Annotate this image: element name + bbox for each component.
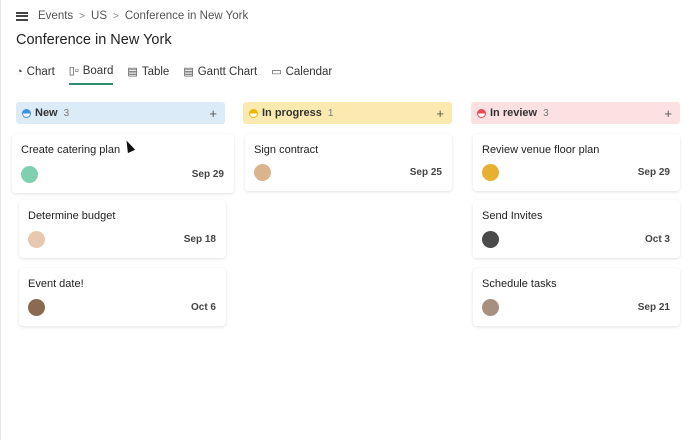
tab-gantt-chart[interactable]: ▤ Gantt Chart: [183, 64, 257, 85]
status-icon: [477, 108, 486, 118]
card-title: Create catering plan: [21, 144, 121, 156]
column-name: New: [35, 107, 58, 119]
pie-chart-icon: ◔: [16, 65, 23, 78]
column-count: 3: [543, 107, 549, 119]
tab-board[interactable]: ▯▫ Board: [68, 64, 114, 85]
view-tabs: ◔ Chart ▯▫ Board ▤ Table ▤ Gantt Chart ▭ Calendar: [16, 64, 332, 85]
page-title: Conference in New York: [16, 32, 172, 48]
breadcrumb-current: Conference in New York: [124, 10, 249, 22]
avatar: [254, 164, 271, 181]
breadcrumb: Events > US > Conference in New York: [16, 10, 248, 22]
card-title: Send Invites: [482, 210, 543, 222]
avatar: [482, 299, 499, 316]
tab-table[interactable]: ▤ Table: [127, 64, 169, 85]
board-icon: ▯▫: [68, 65, 79, 77]
avatar: [28, 231, 45, 248]
add-card-button[interactable]: +: [664, 106, 672, 121]
due-date: Oct 6: [190, 302, 216, 313]
card-title: Event date!: [28, 278, 84, 290]
avatar: [21, 166, 38, 183]
status-icon: [22, 108, 31, 118]
due-date: Sep 29: [191, 169, 224, 180]
avatar: [482, 164, 499, 181]
column-name: In progress: [262, 107, 322, 119]
column-count: 1: [327, 107, 334, 119]
task-card[interactable]: Event date! Oct 6: [19, 268, 226, 326]
breadcrumb-us[interactable]: US: [91, 10, 107, 22]
task-card[interactable]: Determine budget Sep 18: [19, 200, 226, 258]
chevron-right-icon: >: [79, 10, 86, 22]
column-header-in-progress: In progress 1 +: [243, 102, 452, 124]
calendar-icon: ▭: [271, 66, 282, 78]
status-icon: [249, 108, 258, 118]
column-header-new: New 3 +: [16, 102, 225, 124]
column-name: In review: [490, 107, 538, 119]
due-date: Sep 29: [637, 167, 670, 178]
task-card[interactable]: Send Invites Oct 3: [473, 200, 680, 258]
tab-label: Gantt Chart: [197, 65, 258, 78]
avatar: [28, 299, 45, 316]
tab-label: Chart: [26, 65, 55, 78]
due-date: Sep 25: [409, 167, 442, 178]
task-card[interactable]: Review venue floor plan Sep 29: [473, 134, 680, 191]
tab-label: Board: [82, 64, 114, 77]
avatar: [482, 231, 499, 248]
add-card-button[interactable]: +: [436, 106, 444, 121]
column-header-in-review: In review 3 +: [471, 102, 680, 124]
tab-label: Calendar: [285, 65, 333, 78]
tab-chart[interactable]: ◔ Chart: [16, 64, 55, 85]
card-title: Schedule tasks: [482, 278, 557, 290]
tab-calendar[interactable]: ▭ Calendar: [271, 64, 332, 85]
task-card[interactable]: Sign contract Sep 25: [245, 134, 452, 191]
task-card[interactable]: Schedule tasks Sep 21: [473, 268, 680, 326]
due-date: Sep 18: [183, 234, 216, 245]
gantt-icon: ▤: [183, 66, 194, 78]
due-date: Sep 21: [637, 302, 670, 313]
menu-icon[interactable]: [16, 11, 28, 21]
due-date: Oct 3: [644, 234, 670, 245]
table-icon: ▤: [127, 66, 138, 78]
card-title: Determine budget: [28, 210, 116, 222]
add-card-button[interactable]: +: [209, 106, 217, 121]
chevron-right-icon: >: [113, 10, 119, 22]
tab-label: Table: [141, 65, 170, 78]
column-count: 3: [63, 107, 70, 119]
card-title: Review venue floor plan: [482, 144, 600, 156]
card-title: Sign contract: [254, 144, 319, 156]
breadcrumb-events[interactable]: Events: [38, 10, 73, 22]
